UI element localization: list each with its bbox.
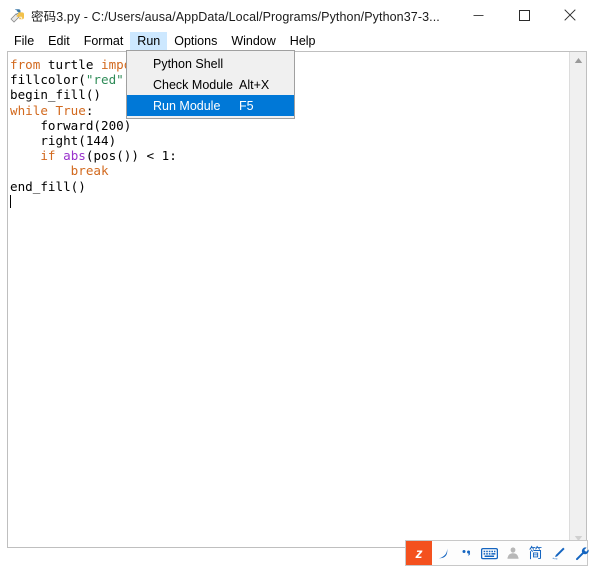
code-editor[interactable]: from turtle imporfillcolor("red")begin_f…: [7, 51, 587, 548]
code-line: forward(200): [10, 118, 566, 133]
title-bar: 密码3.py - C:/Users/ausa/AppData/Local/Pro…: [0, 0, 594, 32]
menu-file[interactable]: File: [7, 32, 41, 51]
simplified-chinese-icon[interactable]: 简: [524, 541, 547, 565]
vertical-scrollbar[interactable]: [569, 52, 586, 547]
code-token: begin_fill(): [10, 87, 101, 103]
ime-floating-toolbar: z 简: [405, 540, 589, 566]
maximize-button[interactable]: [501, 0, 547, 30]
idle-editor-window: 密码3.py - C:/Users/ausa/AppData/Local/Pro…: [0, 0, 594, 566]
minimize-button[interactable]: [455, 0, 501, 30]
code-token: from: [10, 57, 41, 72]
menu-item-python-shell[interactable]: Python Shell: [127, 53, 294, 74]
code-token: if: [40, 148, 56, 164]
code-token: (pos()) < 1:: [85, 148, 177, 164]
menu-item-run-module[interactable]: Run Module F5: [127, 95, 294, 116]
menu-edit[interactable]: Edit: [41, 32, 77, 51]
sogou-logo-label: z: [415, 545, 423, 561]
run-dropdown-menu: Python Shell Check Module Alt+X Run Modu…: [126, 50, 295, 119]
sogou-logo-icon[interactable]: z: [406, 541, 432, 565]
python-idle-icon: [9, 7, 26, 24]
soft-keyboard-icon[interactable]: [478, 541, 501, 565]
code-token: fillcolor(: [10, 72, 86, 88]
punctuation-icon[interactable]: [455, 541, 478, 565]
close-button[interactable]: [547, 0, 593, 30]
code-line-caret: [10, 194, 566, 209]
code-token: break: [70, 163, 109, 179]
menu-item-check-module[interactable]: Check Module Alt+X: [127, 74, 294, 95]
menu-item-label: Python Shell: [153, 56, 224, 71]
code-token: :: [85, 102, 94, 118]
menu-item-accelerator: F5: [239, 98, 254, 113]
menu-item-label: Check Module: [153, 77, 233, 92]
pen-icon[interactable]: [547, 541, 570, 565]
code-line: if abs(pos()) < 1:: [10, 148, 566, 163]
code-line: right(144): [10, 133, 566, 148]
code-token: "red": [85, 72, 124, 88]
code-token: right(144): [10, 133, 117, 149]
code-line: end_fill(): [10, 179, 566, 194]
toolbox-wrench-icon[interactable]: [570, 541, 593, 565]
menu-item-label: Run Module: [153, 98, 221, 113]
menu-help[interactable]: Help: [283, 32, 323, 51]
code-token: while: [10, 102, 48, 118]
code-line: break: [10, 163, 566, 178]
code-token: forward(200): [10, 117, 132, 133]
menu-bar: File Edit Format Run Options Window Help: [0, 31, 594, 51]
menu-options[interactable]: Options: [167, 32, 224, 51]
scrollbar-up-arrow-icon[interactable]: [570, 52, 586, 69]
code-text-area[interactable]: from turtle imporfillcolor("red")begin_f…: [10, 53, 566, 546]
code-token: True: [55, 102, 86, 118]
user-icon[interactable]: [501, 541, 524, 565]
menu-format[interactable]: Format: [77, 32, 131, 51]
text-caret: [10, 194, 11, 208]
window-title: 密码3.py - C:/Users/ausa/AppData/Local/Pro…: [31, 10, 440, 24]
code-token: abs: [63, 148, 86, 164]
code-token: end_fill(): [10, 178, 86, 194]
code-token: turtle: [40, 57, 102, 72]
menu-item-accelerator: Alt+X: [239, 77, 270, 92]
menu-run[interactable]: Run: [130, 31, 168, 51]
menu-window[interactable]: Window: [224, 32, 282, 51]
moon-icon[interactable]: [432, 541, 455, 565]
